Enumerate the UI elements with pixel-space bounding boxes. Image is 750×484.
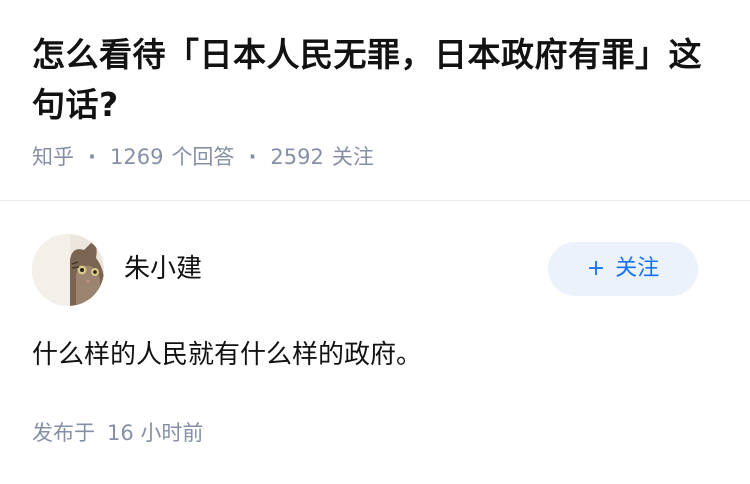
- follower-count: 2592: [270, 145, 324, 169]
- answer-count: 1269: [109, 145, 164, 169]
- cat-avatar-icon[interactable]: [32, 234, 104, 306]
- meta-separator: ·: [248, 145, 257, 169]
- question-meta: 知乎 · 1269 个回答 · 2592 关注: [32, 142, 722, 172]
- meta-separator: ·: [88, 145, 96, 169]
- answer-timestamp: 发布于 16 小时前: [32, 418, 203, 448]
- question-title[interactable]: 怎么看待「日本人民无罪，日本政府有罪」这句话?: [32, 30, 722, 130]
- plus-icon: +: [586, 256, 606, 281]
- section-divider: [0, 200, 750, 201]
- follow-button-label: 关注: [615, 256, 660, 281]
- question-header: 怎么看待「日本人民无罪，日本政府有罪」这句话? 知乎 · 1269 个回答 · 2592 关…: [32, 30, 722, 172]
- timestamp-prefix: 发布于: [32, 421, 95, 445]
- follower-count-label: 关注: [331, 145, 374, 169]
- follow-button[interactable]: + 关注: [548, 242, 698, 296]
- source-label[interactable]: 知乎: [32, 145, 74, 169]
- author-row: 朱小建 + 关注: [32, 234, 698, 306]
- avatar-image: [32, 234, 104, 306]
- timestamp-value: 16 小时前: [107, 421, 204, 445]
- author-name[interactable]: 朱小建: [124, 252, 202, 286]
- answer-content: 什么样的人民就有什么样的政府。: [32, 340, 423, 370]
- answer-count-label: 个回答: [171, 145, 235, 169]
